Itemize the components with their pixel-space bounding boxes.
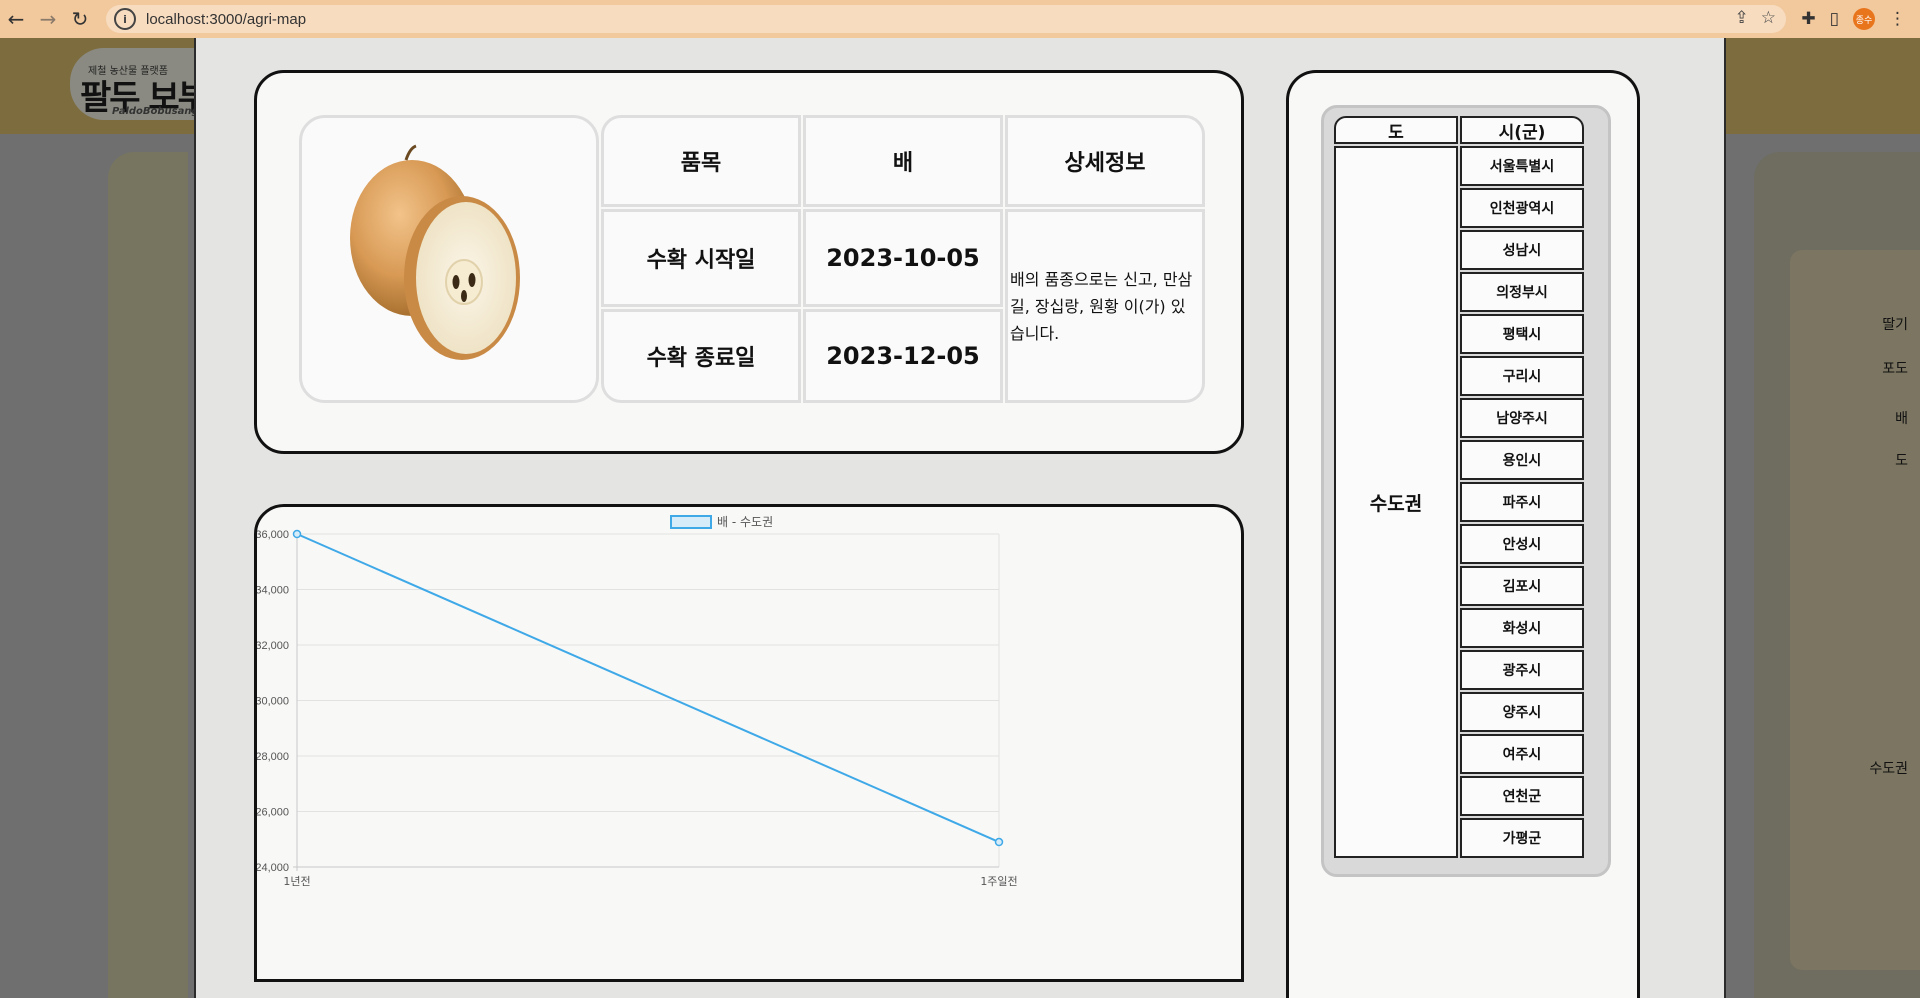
side-list-item: 도 [1895, 453, 1908, 469]
harvest-start-label: 수확 시작일 [601, 209, 801, 307]
city-cell[interactable]: 양주시 [1460, 692, 1584, 732]
region-card: 도 시(군) 수도권 서울특별시 인천광역시 성남시 의정부시 평택시 구리시 남양주시 용인… [1286, 70, 1640, 998]
data-point [994, 837, 1004, 847]
bookmark-star-icon[interactable]: ☆ [1761, 8, 1776, 28]
x-tick-label: 1년전 [283, 875, 310, 888]
city-cell[interactable]: 여주시 [1460, 734, 1584, 774]
detail-text: 배의 품종으로는 신고, 만삼길, 장십랑, 원황 이(가) 있습니다. [1005, 209, 1205, 403]
y-tick-label: 30,000 [257, 696, 289, 708]
city-cell[interactable]: 의정부시 [1460, 272, 1584, 312]
extensions-icon[interactable]: ✚ [1801, 9, 1815, 29]
side-list-item: 포도 [1882, 361, 1908, 377]
menu-kebab-icon[interactable]: ⋮ [1889, 9, 1906, 29]
header-item-label: 품목 [601, 115, 801, 207]
pear-image [350, 144, 520, 360]
column-province-header: 도 [1334, 116, 1458, 144]
side-list-item: 딸기 [1882, 317, 1908, 333]
address-bar[interactable]: i localhost:3000/agri-map ⇪ ☆ [106, 5, 1786, 33]
side-panel-icon[interactable]: ▯ [1830, 9, 1839, 29]
city-cell[interactable]: 인천광역시 [1460, 188, 1584, 228]
city-cell[interactable]: 연천군 [1460, 776, 1584, 816]
y-tick-label: 26,000 [257, 807, 289, 819]
harvest-end-label: 수확 종료일 [601, 309, 801, 403]
city-cell[interactable]: 성남시 [1460, 230, 1584, 270]
side-list-backdrop: 딸기 포도 배 도 수도권 [1790, 250, 1920, 970]
region-table: 도 시(군) 수도권 서울특별시 인천광역시 성남시 의정부시 평택시 구리시 남양주시 용인… [1321, 105, 1611, 877]
side-list-item: 수도권 [1869, 761, 1908, 777]
site-info-icon[interactable]: i [114, 8, 136, 30]
y-tick-label: 24,000 [257, 862, 289, 874]
y-tick-label: 36,000 [257, 529, 289, 541]
city-cell[interactable]: 김포시 [1460, 566, 1584, 606]
column-city-header: 시(군) [1460, 116, 1584, 144]
map-panel-backdrop [108, 152, 188, 998]
city-cell[interactable]: 광주시 [1460, 650, 1584, 690]
city-cell[interactable]: 서울특별시 [1460, 146, 1584, 186]
crop-info-card: 품목 배 상세정보 수확 시작일 2023-10-05 수확 종료일 2023-… [254, 70, 1244, 454]
header-item-value: 배 [803, 115, 1003, 207]
harvest-end-value: 2023-12-05 [803, 309, 1003, 403]
x-tick-label: 1주일전 [980, 874, 1017, 888]
city-cell[interactable]: 파주시 [1460, 482, 1584, 522]
price-chart-card: 36,000 34,000 32,000 30,000 28,000 26,000 24,0… [254, 504, 1244, 982]
crop-image [299, 115, 599, 403]
data-point [292, 529, 302, 539]
header-detail-label: 상세정보 [1005, 115, 1205, 207]
forward-icon[interactable]: → [32, 0, 64, 38]
crop-detail-modal: 품목 배 상세정보 수확 시작일 2023-10-05 수확 종료일 2023-… [194, 38, 1726, 998]
harvest-start-value: 2023-10-05 [803, 209, 1003, 307]
city-cell[interactable]: 화성시 [1460, 608, 1584, 648]
back-icon[interactable]: ← [0, 0, 32, 38]
city-cell[interactable]: 안성시 [1460, 524, 1584, 564]
city-cell[interactable]: 가평군 [1460, 818, 1584, 858]
city-cell[interactable]: 용인시 [1460, 440, 1584, 480]
legend-swatch [670, 515, 712, 529]
city-cell[interactable]: 구리시 [1460, 356, 1584, 396]
side-list-item: 배 [1895, 411, 1908, 427]
share-icon[interactable]: ⇪ [1735, 8, 1749, 28]
city-cell[interactable]: 평택시 [1460, 314, 1584, 354]
series-line [296, 533, 1000, 843]
profile-avatar[interactable]: 종수 [1853, 8, 1875, 30]
reload-icon[interactable]: ↻ [64, 0, 96, 38]
logo-subtitle: PaldoBobusang [112, 106, 199, 117]
legend-label: 배 - 수도권 [717, 515, 773, 529]
browser-toolbar: ← → ↻ i localhost:3000/agri-map ⇪ ☆ ✚ ▯ … [0, 0, 1920, 38]
y-tick-label: 34,000 [257, 585, 289, 597]
city-cell[interactable]: 남양주시 [1460, 398, 1584, 438]
province-cell[interactable]: 수도권 [1334, 146, 1458, 858]
price-line-chart: 36,000 34,000 32,000 30,000 28,000 26,000 24,0… [257, 515, 1018, 888]
url-text[interactable]: localhost:3000/agri-map [146, 11, 306, 28]
y-tick-label: 28,000 [257, 751, 289, 763]
y-tick-label: 32,000 [257, 640, 289, 652]
